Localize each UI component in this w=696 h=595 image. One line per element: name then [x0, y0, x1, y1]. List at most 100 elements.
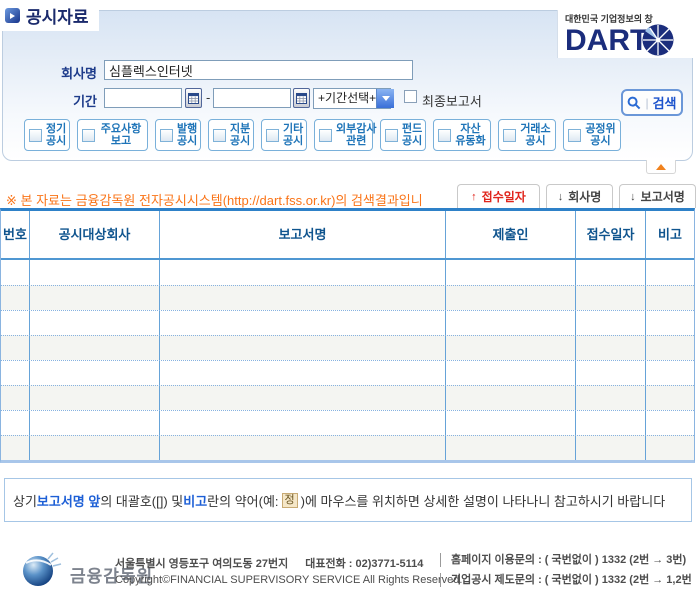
search-icon	[627, 96, 641, 110]
table-cell	[1, 336, 30, 360]
dart-logo: 대한민국 기업정보의 창 DART	[557, 10, 696, 58]
results-notice: ※ 본 자료는 금융감독원 전자공시시스템(http://dart.fss.or…	[6, 190, 423, 209]
table-cell	[446, 411, 576, 435]
table-cell	[576, 286, 646, 310]
footer-contact-disclosure: 기업공시 제도문의 : ( 국번없이 ) 1332 (2번 → 1,2번	[440, 573, 692, 587]
checkbox-icon	[266, 129, 279, 142]
table-cell	[446, 436, 576, 460]
chevron-down-icon	[376, 89, 394, 108]
table-cell	[1, 311, 30, 335]
category-checkbox-ftc[interactable]: 공정위공시	[563, 119, 621, 151]
checkbox-icon	[160, 129, 173, 142]
footer-address: 서울특별시 영등포구 여의도동 27번지	[115, 558, 288, 570]
table-cell	[446, 386, 576, 410]
column-header-company: 공시대상회사	[30, 211, 160, 258]
period-select-value: +기간선택+	[314, 89, 376, 108]
table-header-row: 번호 공시대상회사 보고서명 제출인 접수일자 비고	[1, 211, 694, 260]
table-cell	[160, 336, 446, 360]
table-cell	[576, 311, 646, 335]
table-cell	[446, 361, 576, 385]
page-title-block: 공시자료	[0, 0, 99, 31]
checkbox-icon	[319, 129, 332, 142]
calendar-icon	[296, 92, 307, 104]
calendar-to-button[interactable]	[293, 88, 310, 108]
table-row	[1, 410, 694, 435]
category-row: 정기공시 주요사항보고 발행공시 지분공시 기타공시 외부감사관련 펀드공시	[24, 119, 621, 151]
table-row	[1, 435, 694, 460]
final-report-checkbox[interactable]	[404, 90, 417, 103]
table-cell	[30, 311, 160, 335]
table-row	[1, 335, 694, 360]
table-cell	[30, 411, 160, 435]
category-checkbox-issuance[interactable]: 발행공시	[155, 119, 201, 151]
table-cell	[576, 411, 646, 435]
footer-contact-homepage: 홈페이지 이용문의 : ( 국번없이 ) 1332 (2번 → 3번)	[440, 553, 686, 567]
title-bullet-icon	[5, 8, 20, 23]
arrow-down-icon: ↓	[630, 191, 636, 203]
category-checkbox-external-audit[interactable]: 외부감사관련	[314, 119, 373, 151]
table-cell	[1, 260, 30, 285]
final-report-label: 최종보고서	[422, 91, 482, 110]
table-cell	[1, 411, 30, 435]
table-cell	[576, 386, 646, 410]
column-header-submitter: 제출인	[446, 211, 576, 258]
category-checkbox-regular[interactable]: 정기공시	[24, 119, 70, 151]
category-checkbox-equity[interactable]: 지분공시	[208, 119, 254, 151]
footnote-report-link: 보고서명 앞	[37, 491, 100, 510]
category-checkbox-fund[interactable]: 펀드공시	[380, 119, 426, 151]
table-cell	[646, 336, 694, 360]
fss-logo-icon	[20, 549, 62, 589]
table-cell	[1, 386, 30, 410]
dart-wordmark: DART	[565, 26, 648, 56]
period-select[interactable]: +기간선택+	[313, 88, 391, 109]
calendar-icon	[188, 92, 199, 104]
table-row	[1, 260, 694, 285]
sort-tab-report-name[interactable]: ↓ 보고서명	[619, 184, 696, 208]
footer-copyright: Copyright©FINANCIAL SUPERVISORY SERVICE …	[115, 574, 462, 586]
company-name-input[interactable]	[104, 60, 413, 80]
table-cell	[160, 411, 446, 435]
column-header-report: 보고서명	[160, 211, 446, 258]
table-cell	[446, 286, 576, 310]
results-table-body	[1, 260, 694, 460]
results-table: 번호 공시대상회사 보고서명 제출인 접수일자 비고	[0, 208, 695, 463]
collapse-panel-button[interactable]	[646, 160, 676, 174]
sort-tab-receipt-date[interactable]: ↑ 접수일자	[457, 184, 540, 208]
category-checkbox-asset-securitization[interactable]: 자산유동화	[433, 119, 491, 151]
search-button-label: 검색	[653, 93, 677, 112]
category-checkbox-major-issues[interactable]: 주요사항보고	[77, 119, 148, 151]
table-cell	[30, 260, 160, 285]
checkbox-icon	[568, 129, 581, 142]
search-button-divider: |	[645, 96, 648, 110]
table-cell	[160, 386, 446, 410]
table-cell	[646, 386, 694, 410]
table-cell	[160, 286, 446, 310]
footnote-remarks-link: 비고	[183, 491, 207, 510]
checkbox-icon	[29, 129, 42, 142]
table-cell	[646, 311, 694, 335]
date-from-input[interactable]	[104, 88, 182, 108]
arrow-up-icon: ↑	[471, 191, 477, 203]
table-cell	[646, 260, 694, 285]
table-cell	[1, 436, 30, 460]
calendar-from-button[interactable]	[185, 88, 202, 108]
date-to-input[interactable]	[213, 88, 291, 108]
table-cell	[30, 436, 160, 460]
search-button[interactable]: | 검색	[621, 89, 683, 116]
category-checkbox-exchange[interactable]: 거래소공시	[498, 119, 556, 151]
table-cell	[576, 336, 646, 360]
sort-tab-company-name[interactable]: ↓ 회사명	[546, 184, 613, 208]
table-cell	[576, 436, 646, 460]
dart-starburst-icon	[641, 23, 675, 57]
column-header-remarks: 비고	[646, 211, 694, 258]
table-cell	[646, 436, 694, 460]
table-cell	[1, 286, 30, 310]
table-cell	[576, 260, 646, 285]
chevron-up-icon	[656, 164, 666, 170]
checkbox-icon	[385, 129, 398, 142]
date-range-separator: -	[206, 90, 210, 105]
checkbox-icon	[438, 129, 451, 142]
category-checkbox-other[interactable]: 기타공시	[261, 119, 307, 151]
table-cell	[646, 286, 694, 310]
table-cell	[446, 311, 576, 335]
